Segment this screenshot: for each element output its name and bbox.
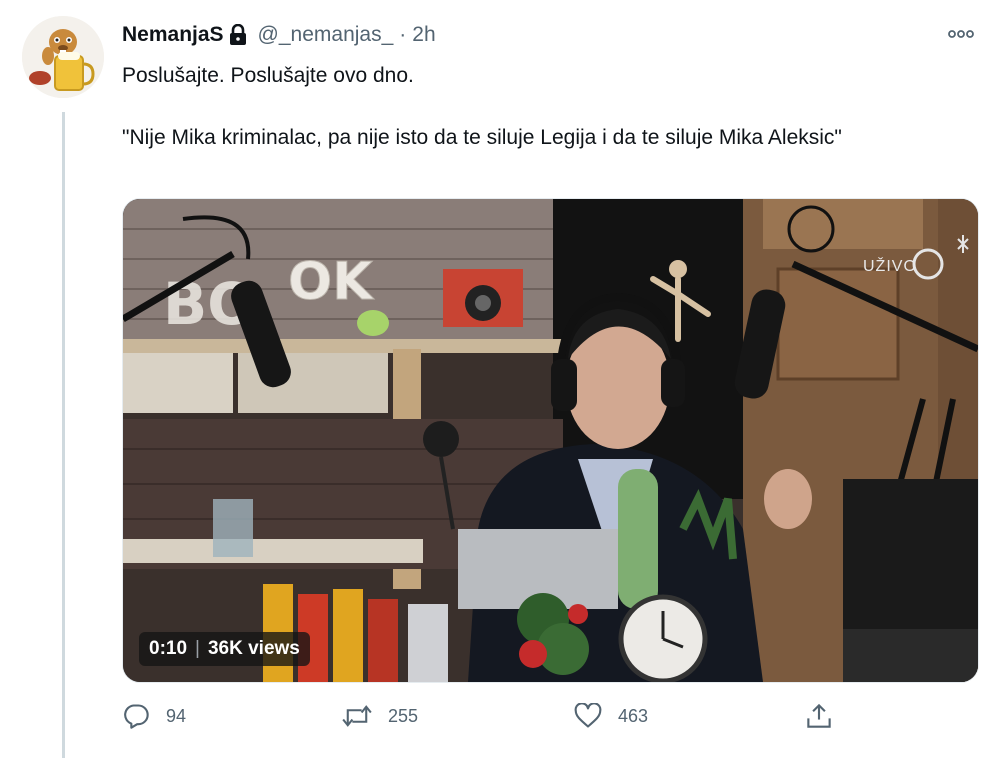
display-name[interactable]: NemanjaS bbox=[122, 23, 224, 47]
more-icon bbox=[948, 30, 974, 38]
tweet-text-line-1: Poslušajte. Poslušajte ovo dno. bbox=[122, 64, 414, 87]
more-options-button[interactable] bbox=[944, 22, 978, 46]
live-overlay-text: UŽIVO bbox=[863, 258, 917, 275]
retweet-count: 255 bbox=[388, 705, 419, 726]
avatar[interactable] bbox=[22, 16, 104, 98]
thread-line bbox=[62, 112, 65, 758]
user-handle[interactable]: @_nemanjas_ bbox=[258, 23, 394, 47]
tweet-actions: 94 255 463 bbox=[122, 700, 842, 732]
reply-count: 94 bbox=[166, 705, 187, 726]
video-frame: OK BO bbox=[123, 199, 978, 682]
retweet-icon bbox=[342, 705, 372, 727]
video-duration: 0:10 bbox=[149, 638, 188, 659]
beaver-avatar-image bbox=[22, 16, 104, 98]
retweet-button[interactable]: 255 bbox=[342, 703, 418, 729]
reply-icon bbox=[124, 704, 149, 729]
lock-icon bbox=[228, 24, 248, 46]
video-views: 36K views bbox=[207, 638, 300, 659]
like-button[interactable]: 463 bbox=[574, 703, 648, 729]
video-info-badge: 0:10 | 36K views bbox=[139, 632, 310, 666]
share-icon bbox=[807, 703, 831, 728]
tweet[interactable]: NemanjaS @_nemanjas_ · 2h Poslušajte. Po… bbox=[0, 0, 1000, 758]
tweet-text-line-2: "Nije Mika kriminalac, pa nije isto da t… bbox=[122, 126, 842, 149]
video-player[interactable]: OK BO bbox=[122, 198, 979, 683]
heart-icon bbox=[574, 703, 602, 728]
tweet-header: NemanjaS @_nemanjas_ · 2h bbox=[122, 18, 436, 52]
separator-dot: · bbox=[399, 23, 407, 46]
timestamp[interactable]: 2h bbox=[412, 23, 435, 47]
like-count: 463 bbox=[618, 705, 649, 726]
reply-button[interactable]: 94 bbox=[122, 703, 186, 729]
tweet-text: Poslušajte. Poslušajte ovo dno. "Nije Mi… bbox=[122, 60, 942, 153]
share-button[interactable] bbox=[806, 703, 832, 729]
sign-ok: OK bbox=[288, 252, 374, 312]
